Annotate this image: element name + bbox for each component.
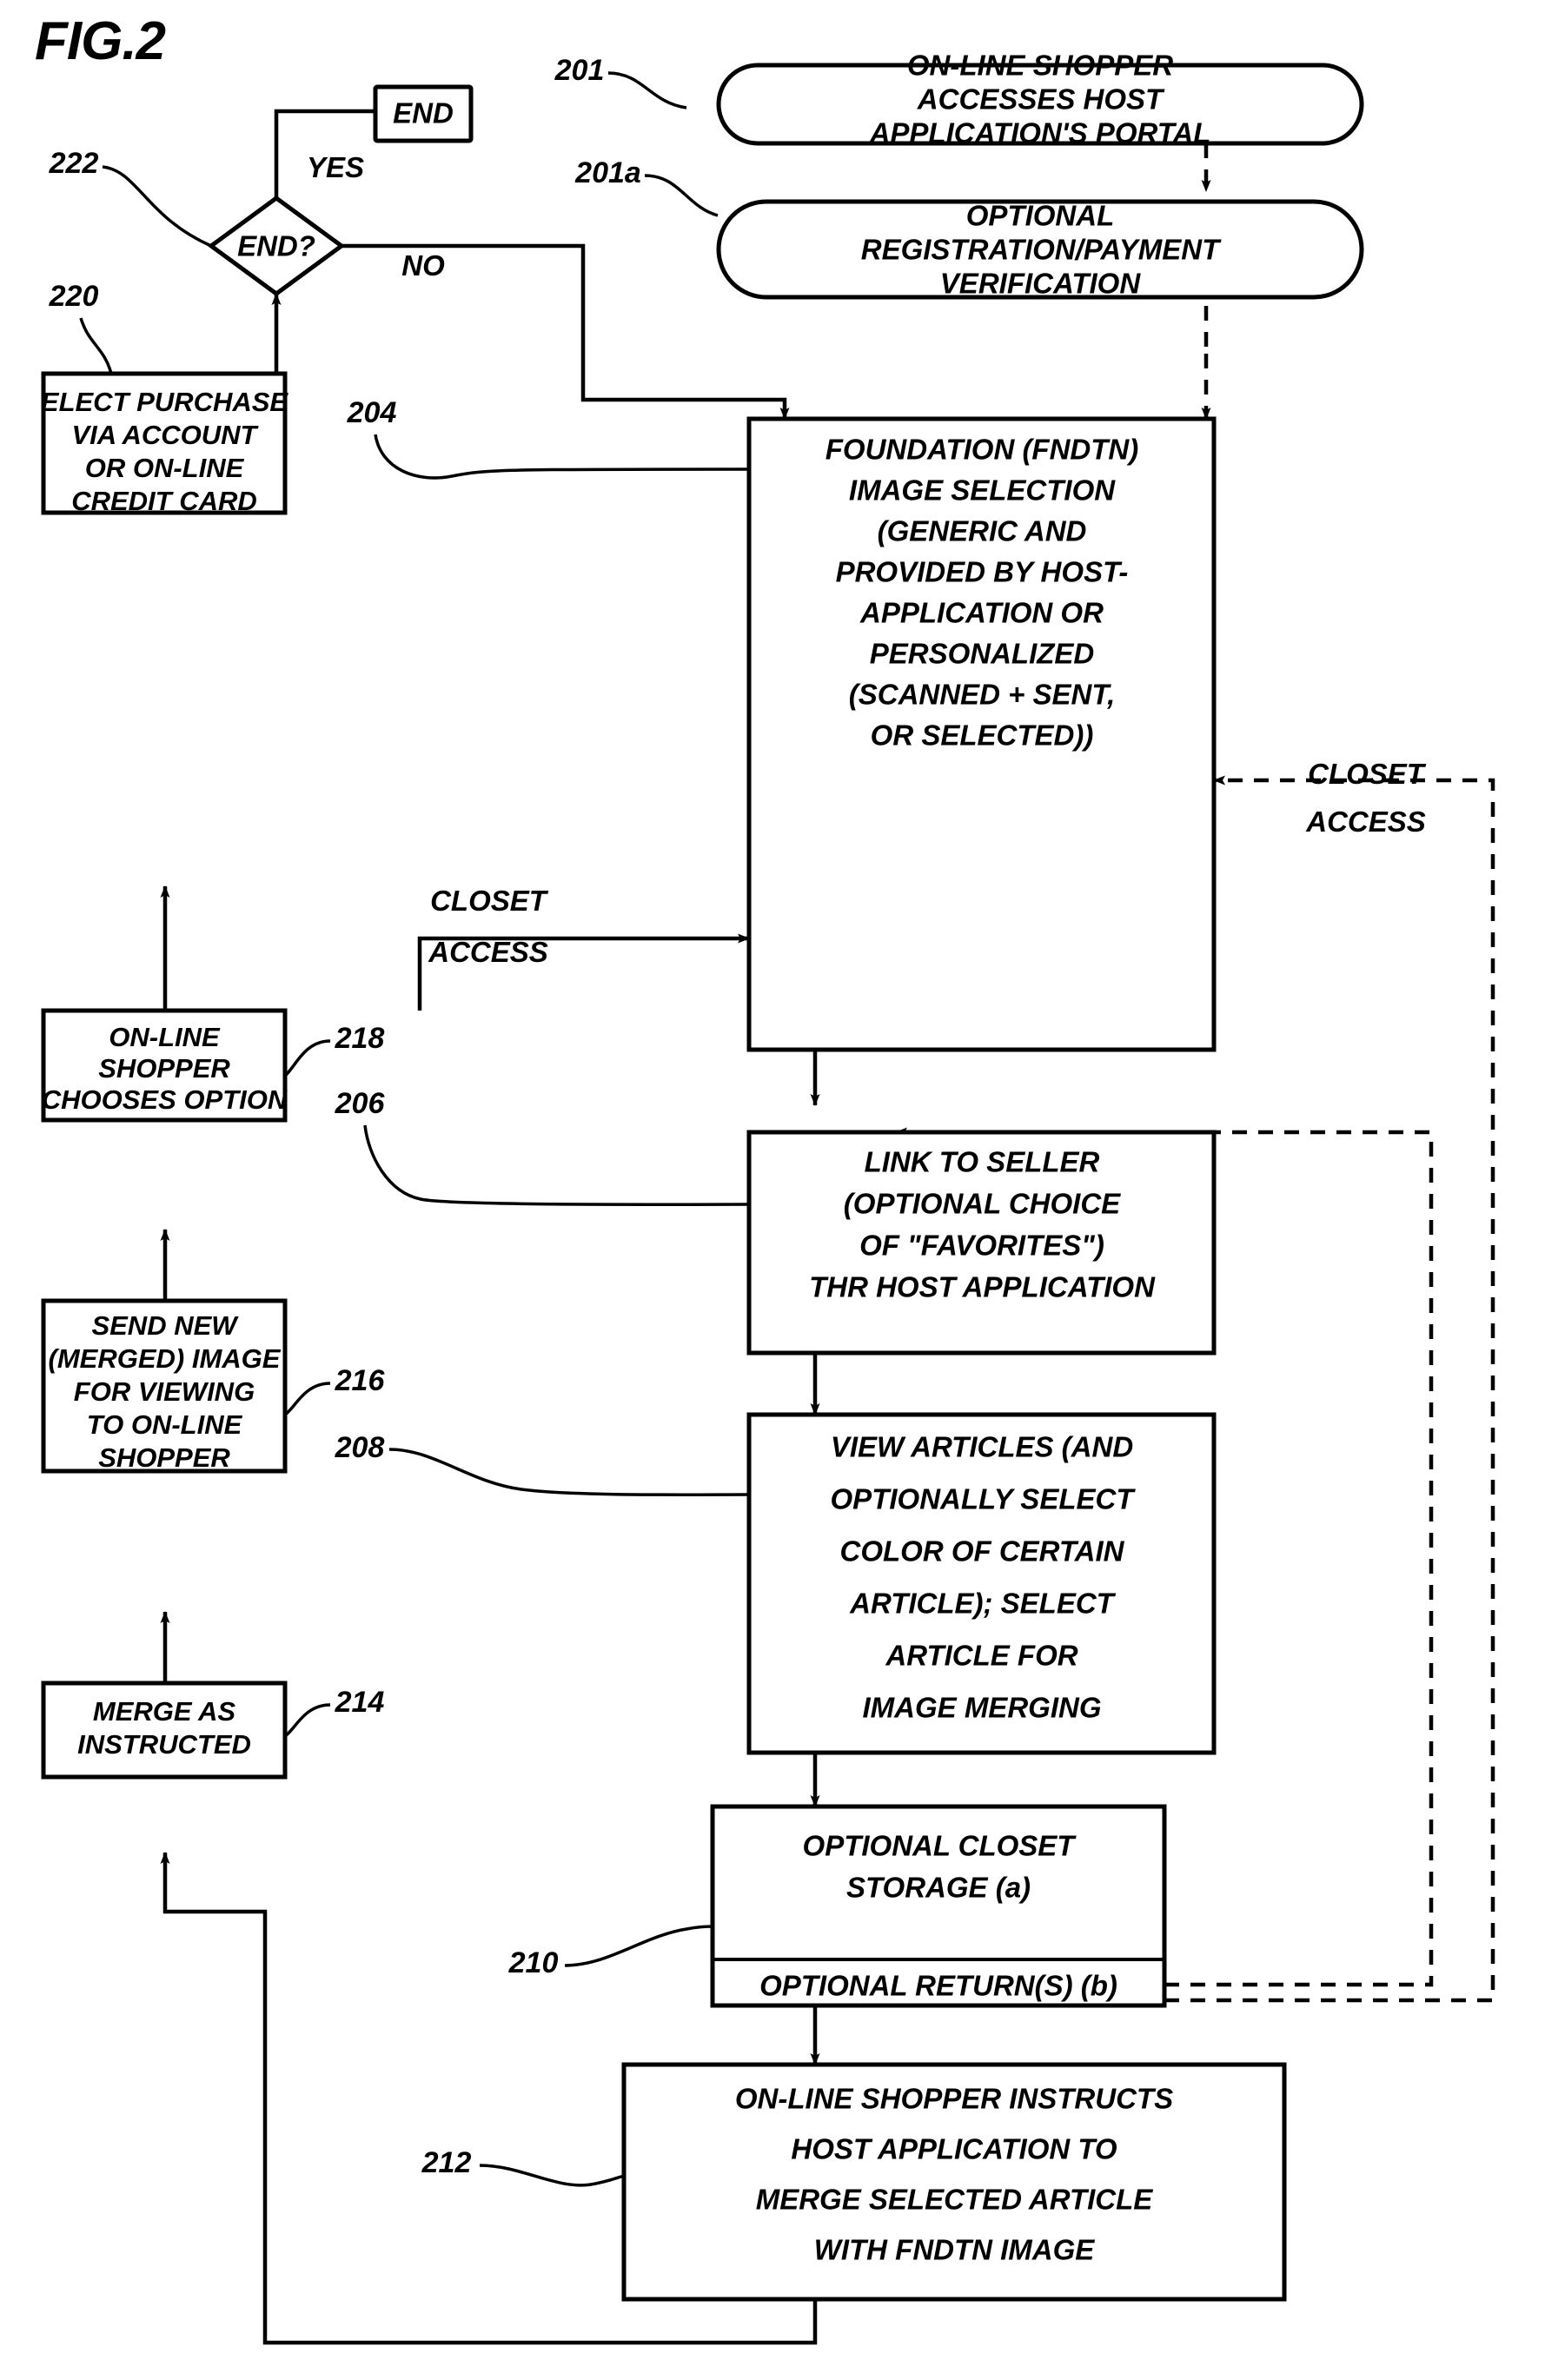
svg-text:(SCANNED + SENT,: (SCANNED + SENT, [849, 679, 1116, 711]
svg-text:CHOOSES OPTION: CHOOSES OPTION [42, 1084, 288, 1115]
svg-text:ACCESSES HOST: ACCESSES HOST [917, 83, 1165, 116]
svg-text:PROVIDED BY HOST-: PROVIDED BY HOST- [836, 556, 1129, 588]
process-node-link-to-seller: LINK TO SELLER (OPTIONAL CHOICE OF "FAVO… [746, 1130, 1217, 1356]
figure-title: FIG.2 [35, 11, 166, 71]
svg-text:IMAGE SELECTION: IMAGE SELECTION [849, 474, 1116, 507]
ref-numeral-212: 212 [421, 2146, 472, 2179]
svg-text:(OPTIONAL CHOICE: (OPTIONAL CHOICE [844, 1188, 1121, 1220]
svg-text:SHOPPER: SHOPPER [98, 1442, 230, 1473]
leader-222 [102, 165, 212, 248]
leader-220 [79, 317, 113, 375]
leader-212 [479, 2164, 625, 2187]
ref-numeral-218: 218 [335, 1022, 385, 1055]
svg-text:APPLICATION'S PORTAL: APPLICATION'S PORTAL [869, 117, 1211, 149]
svg-text:OPTIONALLY SELECT: OPTIONALLY SELECT [831, 1483, 1137, 1515]
svg-text:STORAGE (a): STORAGE (a) [846, 1872, 1031, 1904]
svg-text:MERGE SELECTED ARTICLE: MERGE SELECTED ARTICLE [756, 2184, 1154, 2216]
svg-text:ARTICLE); SELECT: ARTICLE); SELECT [849, 1588, 1117, 1620]
process-node-elect-purchase: ELECT PURCHASE VIA ACCOUNT OR ON-LINE CR… [41, 371, 289, 516]
svg-text:END?: END? [237, 230, 315, 262]
svg-text:OPTIONAL CLOSET: OPTIONAL CLOSET [803, 1830, 1078, 1862]
edge-label-closet-access-left-line2: ACCESS [428, 936, 548, 968]
svg-text:OF "FAVORITES"): OF "FAVORITES") [859, 1230, 1104, 1262]
terminal-node-optional-registration: OPTIONAL REGISTRATION/PAYMENT VERIFICATI… [716, 199, 1364, 300]
ref-numeral-220: 220 [49, 280, 99, 313]
edge-label-no: NO [401, 249, 445, 282]
svg-text:ON-LINE SHOPPER INSTRUCTS: ON-LINE SHOPPER INSTRUCTS [735, 2083, 1173, 2115]
leader-208 [388, 1448, 750, 1496]
svg-text:VIA ACCOUNT: VIA ACCOUNT [72, 420, 260, 450]
svg-text:SHOPPER: SHOPPER [98, 1053, 230, 1084]
svg-text:COLOR OF CERTAIN: COLOR OF CERTAIN [840, 1535, 1125, 1568]
patent-figure-2: FIG.2 END END? ELECT PURCHASE VIA ACCOUN… [0, 0, 1545, 2380]
process-node-view-articles: VIEW ARTICLES (AND OPTIONALLY SELECT COL… [746, 1412, 1217, 1755]
svg-text:SEND NEW: SEND NEW [91, 1310, 239, 1341]
process-node-foundation-image-selection: FOUNDATION (FNDTN) IMAGE SELECTION (GENE… [746, 416, 1217, 1052]
svg-text:IMAGE MERGING: IMAGE MERGING [862, 1692, 1101, 1724]
flowchart-canvas: FIG.2 END END? ELECT PURCHASE VIA ACCOUN… [35, 11, 1495, 2345]
leader-218 [283, 1039, 331, 1077]
ref-numeral-201: 201 [554, 54, 605, 87]
ref-numeral-216: 216 [335, 1364, 386, 1397]
leader-204 [374, 434, 750, 480]
svg-text:FOR VIEWING: FOR VIEWING [74, 1376, 255, 1407]
leader-201 [607, 71, 687, 109]
leader-206 [363, 1124, 750, 1206]
ref-numeral-214: 214 [335, 1686, 385, 1719]
svg-text:REGISTRATION/PAYMENT: REGISTRATION/PAYMENT [861, 234, 1222, 266]
svg-text:HOST APPLICATION TO: HOST APPLICATION TO [791, 2133, 1117, 2165]
process-node-merge-as-instructed: MERGE AS INSTRUCTED [41, 1681, 288, 1780]
svg-text:OPTIONAL RETURN(S) (b): OPTIONAL RETURN(S) (b) [759, 1970, 1117, 2002]
svg-text:(MERGED) IMAGE: (MERGED) IMAGE [49, 1343, 282, 1374]
edge-label-yes: YES [307, 151, 364, 183]
svg-text:ARTICLE FOR: ARTICLE FOR [885, 1640, 1078, 1672]
svg-text:(GENERIC AND: (GENERIC AND [878, 515, 1087, 547]
process-node-send-merged-image: SEND NEW (MERGED) IMAGE FOR VIEWING TO O… [41, 1298, 288, 1474]
terminal-node-shopper-accesses-portal: ON-LINE SHOPPER ACCESSES HOST APPLICATIO… [716, 50, 1364, 149]
process-node-shopper-chooses-option: ON-LINE SHOPPER CHOOSES OPTION [41, 1008, 288, 1123]
ref-numeral-204: 204 [347, 396, 397, 429]
leader-210 [564, 1925, 713, 1967]
svg-text:LINK TO SELLER: LINK TO SELLER [865, 1146, 1100, 1178]
svg-text:THR HOST APPLICATION: THR HOST APPLICATION [809, 1271, 1156, 1303]
svg-text:APPLICATION OR: APPLICATION OR [859, 597, 1104, 629]
svg-text:ON-LINE: ON-LINE [109, 1022, 221, 1052]
svg-text:CREDIT CARD: CREDIT CARD [71, 486, 257, 516]
svg-text:TO ON-LINE: TO ON-LINE [87, 1409, 243, 1440]
svg-text:VIEW ARTICLES (AND: VIEW ARTICLES (AND [831, 1431, 1133, 1463]
process-node-optional-closet-storage: OPTIONAL CLOSET STORAGE (a) OPTIONAL RET… [710, 1804, 1167, 2008]
svg-text:PERSONALIZED: PERSONALIZED [870, 638, 1095, 670]
svg-text:FOUNDATION (FNDTN): FOUNDATION (FNDTN) [826, 434, 1139, 466]
svg-text:END: END [393, 97, 454, 129]
decision-node-end: END? [207, 195, 346, 297]
leader-201a [644, 174, 719, 217]
edge-label-closet-access-left-line1: CLOSET [430, 885, 549, 917]
end-terminal-node: END [373, 84, 474, 143]
process-node-shopper-instructs-merge: ON-LINE SHOPPER INSTRUCTS HOST APPLICATI… [621, 2062, 1287, 2302]
edge-label-closet-access-right-line1: CLOSET [1308, 758, 1427, 790]
edge-label-closet-access-right-line2: ACCESS [1305, 805, 1426, 838]
leader-216 [283, 1382, 331, 1416]
svg-text:OR SELECTED)): OR SELECTED)) [871, 719, 1094, 752]
leader-214 [283, 1703, 331, 1738]
svg-text:OPTIONAL: OPTIONAL [966, 200, 1115, 232]
ref-numeral-206: 206 [335, 1087, 386, 1120]
svg-text:ON-LINE SHOPPER: ON-LINE SHOPPER [907, 50, 1173, 82]
ref-numeral-208: 208 [335, 1431, 385, 1464]
ref-numeral-222: 222 [49, 147, 99, 180]
ref-numeral-201a: 201a [574, 156, 641, 189]
svg-text:INSTRUCTED: INSTRUCTED [77, 1729, 251, 1760]
svg-text:MERGE AS: MERGE AS [93, 1696, 236, 1727]
svg-text:ELECT PURCHASE: ELECT PURCHASE [41, 387, 289, 417]
svg-text:WITH FNDTN IMAGE: WITH FNDTN IMAGE [814, 2234, 1096, 2266]
svg-text:VERIFICATION: VERIFICATION [940, 268, 1142, 300]
svg-text:OR ON-LINE: OR ON-LINE [85, 453, 245, 483]
ref-numeral-210: 210 [508, 1946, 559, 1979]
